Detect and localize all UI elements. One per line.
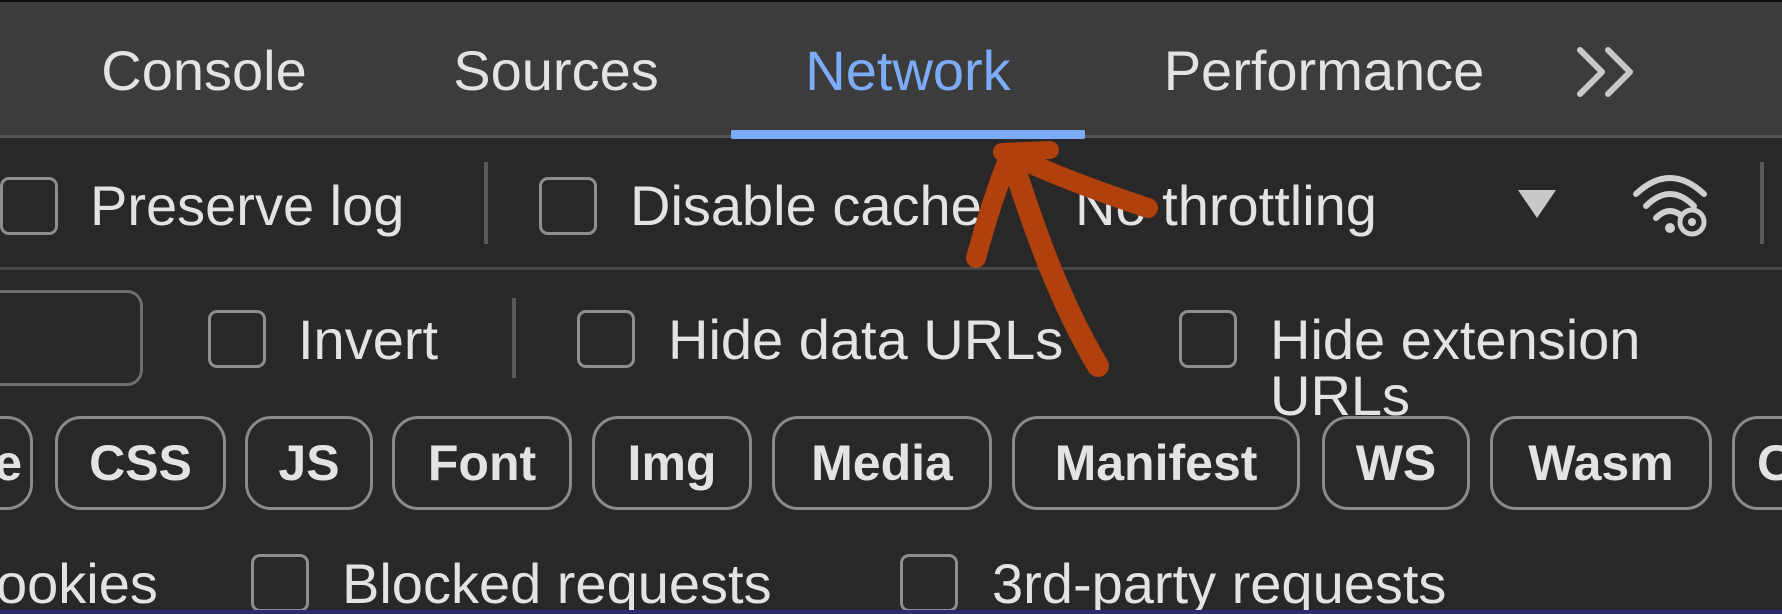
network-conditions-icon[interactable]	[1630, 166, 1710, 242]
hide-extension-urls-checkbox[interactable]	[1179, 310, 1237, 368]
tab-network[interactable]: Network	[782, 2, 1034, 138]
type-filter-manifest[interactable]: Manifest	[1012, 416, 1300, 510]
tab-performance[interactable]: Performance	[1138, 2, 1510, 138]
tab-network-label: Network	[805, 38, 1011, 102]
tab-sources-label: Sources	[453, 38, 659, 102]
blocked-requests-label: Blocked requests	[342, 552, 772, 614]
type-filter-img[interactable]: Img	[592, 416, 752, 510]
tab-performance-label: Performance	[1163, 38, 1485, 102]
blocked-requests-checkbox[interactable]	[251, 554, 309, 612]
type-filter-wasm[interactable]: Wasm	[1490, 416, 1712, 510]
hide-extension-urls-label: Hide extension URLs	[1270, 308, 1641, 427]
preserve-log-checkbox[interactable]	[0, 177, 58, 235]
has-blocked-cookies-label: ookies	[0, 552, 158, 614]
more-tabs-icon[interactable]	[1572, 42, 1644, 102]
toolbar-divider	[484, 162, 488, 244]
tab-console-label: Console	[101, 38, 307, 102]
throttling-select[interactable]: No throttling	[1075, 178, 1377, 234]
disable-cache-checkbox[interactable]	[539, 177, 597, 235]
third-party-requests-checkbox[interactable]	[900, 554, 958, 612]
disable-cache-label: Disable cache	[630, 174, 982, 237]
type-filter-js[interactable]: JS	[245, 416, 373, 510]
filter-divider	[512, 298, 516, 378]
tab-console[interactable]: Console	[84, 2, 324, 138]
hide-data-urls-label: Hide data URLs	[668, 308, 1064, 371]
type-filter-chip[interactable]: e	[0, 416, 33, 510]
bottom-edge	[0, 610, 1782, 614]
type-filter-css[interactable]: CSS	[55, 416, 226, 510]
third-party-requests-label: 3rd-party requests	[992, 552, 1447, 614]
preserve-log-label: Preserve log	[90, 174, 405, 237]
type-filter-ws[interactable]: WS	[1322, 416, 1470, 510]
dropdown-caret-icon[interactable]	[1518, 190, 1556, 218]
type-filter-media[interactable]: Media	[772, 416, 992, 510]
invert-checkbox[interactable]	[208, 310, 266, 368]
devtools-panel: Console Sources Network Performance Pres…	[0, 0, 1782, 614]
type-filter-font[interactable]: Font	[392, 416, 572, 510]
active-tab-indicator	[731, 130, 1085, 139]
invert-label: Invert	[298, 308, 439, 371]
toolbar-separator	[0, 267, 1782, 270]
filter-input[interactable]	[0, 290, 143, 386]
type-filter-chip[interactable]: O	[1732, 416, 1782, 510]
tab-bar: Console Sources Network Performance	[0, 2, 1782, 139]
hide-data-urls-checkbox[interactable]	[577, 310, 635, 368]
tab-sources[interactable]: Sources	[436, 2, 676, 138]
toolbar-divider-right	[1760, 162, 1764, 244]
